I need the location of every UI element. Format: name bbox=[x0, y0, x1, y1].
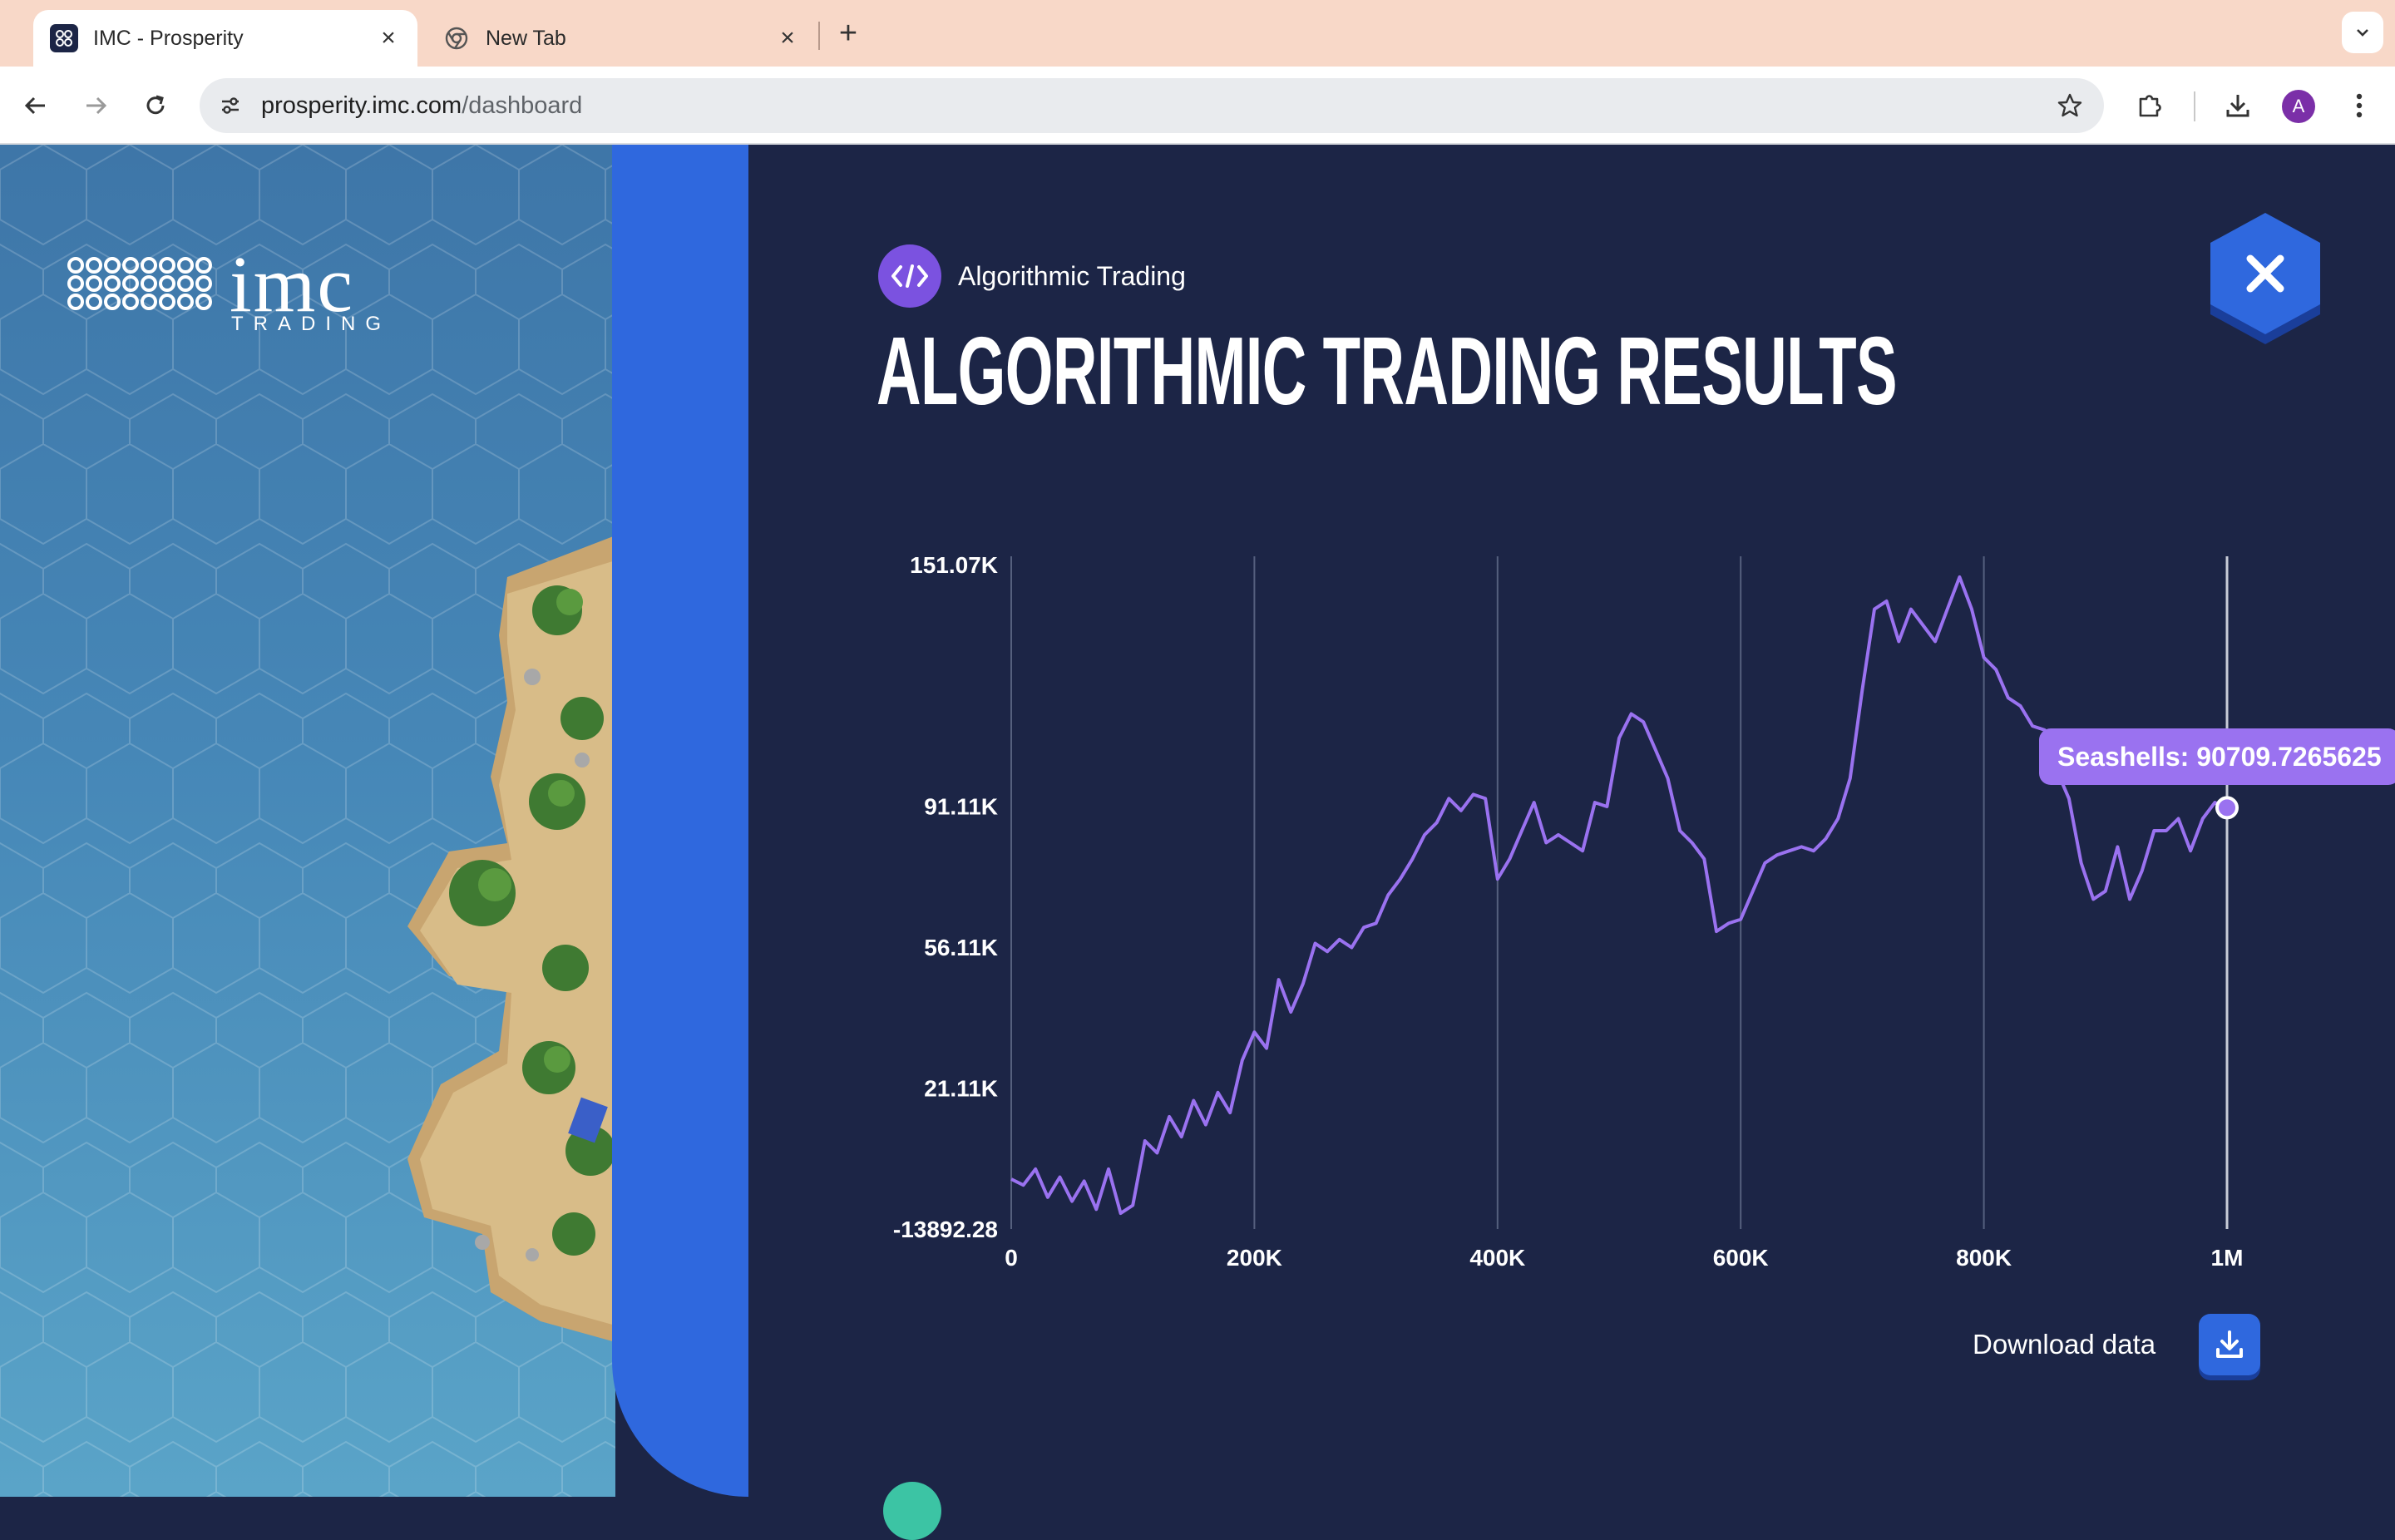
tab-new-tab[interactable]: New Tab × bbox=[426, 10, 817, 67]
forward-arrow-icon[interactable] bbox=[77, 86, 115, 125]
tab-title: New Tab bbox=[486, 26, 566, 50]
imc-logo-mark-icon bbox=[67, 256, 213, 315]
brand-panel: imc TRADING bbox=[0, 145, 748, 1497]
x-tick-label: 600K bbox=[1713, 1245, 1769, 1271]
profile-avatar[interactable]: A bbox=[2282, 90, 2315, 123]
address-bar[interactable]: prosperity.imc.com/dashboard bbox=[200, 78, 2104, 133]
extensions-puzzle-icon[interactable] bbox=[2131, 86, 2169, 125]
url-text: prosperity.imc.com/dashboard bbox=[261, 92, 582, 120]
browser-toolbar: prosperity.imc.com/dashboard A bbox=[0, 67, 2395, 145]
y-tick-label: 151.07K bbox=[910, 552, 998, 578]
url-path: /dashboard bbox=[462, 92, 583, 119]
download-label[interactable]: Download data bbox=[1973, 1329, 2156, 1360]
tab-bar: IMC - Prosperity × New Tab × + bbox=[0, 0, 2395, 67]
imc-favicon-icon bbox=[50, 24, 78, 52]
seashells-series-line bbox=[1010, 575, 2228, 1216]
x-tick-label: 400K bbox=[1469, 1245, 1525, 1271]
downloads-icon[interactable] bbox=[2219, 86, 2257, 125]
bookmark-star-icon[interactable] bbox=[2051, 86, 2089, 125]
x-tick-label: 200K bbox=[1227, 1245, 1282, 1271]
accent-band bbox=[612, 145, 748, 1497]
results-panel: Algorithmic Trading ALGORITHMIC TRADING … bbox=[748, 145, 2395, 1540]
x-tick-label: 800K bbox=[1956, 1245, 2012, 1271]
site-info-icon[interactable] bbox=[211, 86, 249, 125]
y-tick-label: 91.11K bbox=[924, 793, 998, 819]
chart-tooltip: Seashells: 90709.7265625 bbox=[2039, 728, 2395, 785]
toolbar-divider bbox=[2194, 91, 2195, 121]
download-icon bbox=[2216, 1330, 2243, 1358]
kebab-menu-icon[interactable] bbox=[2340, 86, 2378, 125]
x-tick-label: 0 bbox=[1005, 1245, 1018, 1271]
y-tick-label: 21.11K bbox=[924, 1075, 998, 1101]
reload-icon[interactable] bbox=[136, 86, 175, 125]
y-tick-label: -13892.28 bbox=[893, 1217, 998, 1242]
island-illustration bbox=[407, 502, 615, 1380]
close-tab-icon[interactable]: × bbox=[376, 26, 401, 51]
tab-divider bbox=[818, 22, 820, 50]
close-tab-icon[interactable]: × bbox=[775, 26, 800, 51]
chrome-icon bbox=[442, 24, 471, 52]
hover-point[interactable] bbox=[2215, 796, 2239, 820]
tab-title: IMC - Prosperity bbox=[93, 26, 244, 50]
y-tick-label: 56.11K bbox=[924, 935, 998, 960]
back-arrow-icon[interactable] bbox=[17, 86, 55, 125]
download-button[interactable] bbox=[2199, 1314, 2260, 1375]
new-tab-plus-icon[interactable]: + bbox=[833, 15, 863, 52]
tab-search-chevron-icon[interactable] bbox=[2342, 12, 2383, 53]
seashells-line-chart: 151.07K 91.11K 56.11K 21.11K -13892.28 0 200K… bbox=[893, 552, 2244, 1271]
url-host: prosperity.imc.com bbox=[261, 92, 462, 119]
next-section-icon bbox=[883, 1482, 941, 1540]
logo-subtitle: TRADING bbox=[231, 313, 391, 335]
x-tick-label: 1M bbox=[2211, 1245, 2244, 1271]
tab-imc-prosperity[interactable]: IMC - Prosperity × bbox=[33, 10, 417, 67]
